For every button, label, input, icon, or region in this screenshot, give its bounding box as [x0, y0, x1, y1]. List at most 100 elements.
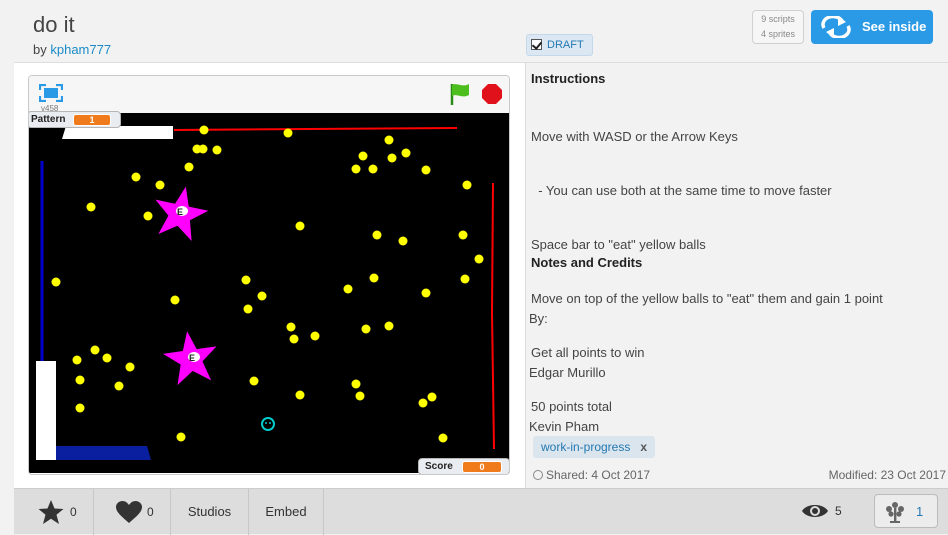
- yellow-ball: [310, 331, 320, 341]
- yellow-ball: [90, 345, 100, 355]
- clock-icon: [533, 470, 543, 480]
- checkbox-icon: [531, 39, 542, 50]
- score-value: 0: [462, 461, 502, 473]
- yellow-ball: [131, 172, 141, 182]
- favorite-button[interactable]: 0: [14, 489, 94, 535]
- enemy-star: E: [163, 331, 217, 386]
- red-wall-top: [173, 127, 458, 131]
- yellow-ball: [398, 236, 408, 246]
- by-label: by: [33, 42, 47, 57]
- yellow-ball: [286, 322, 296, 332]
- project-stats: 9 scripts 4 sprites: [752, 10, 804, 44]
- yellow-ball: [355, 391, 365, 401]
- instruction-line: Move with WASD or the Arrow Keys: [531, 129, 738, 144]
- yellow-ball: [368, 164, 378, 174]
- ball-group: [51, 125, 484, 443]
- shared-date: Shared: 4 Oct 2017: [533, 468, 650, 482]
- star-icon: [38, 500, 64, 524]
- yellow-ball: [421, 288, 431, 298]
- studios-label: Studios: [187, 504, 232, 519]
- yellow-ball: [114, 381, 124, 391]
- yellow-ball: [75, 375, 85, 385]
- yellow-ball: [75, 403, 85, 413]
- yellow-ball: [295, 390, 305, 400]
- project-main: v458 E E Pattern 1 Score 0 Instructions …: [14, 62, 948, 489]
- draft-label: DRAFT: [547, 39, 584, 51]
- project-footer: 0 0 Studios Embed 5 1: [14, 488, 948, 535]
- see-inside-button[interactable]: See inside: [811, 10, 933, 44]
- yellow-ball: [86, 202, 96, 212]
- project-player: v458 E E Pattern 1 Score 0: [28, 75, 510, 475]
- yellow-ball: [125, 362, 135, 372]
- author-link[interactable]: kpham777: [50, 42, 111, 57]
- loves-count: 0: [147, 505, 154, 519]
- yellow-ball: [343, 284, 353, 294]
- yellow-ball: [143, 211, 153, 221]
- yellow-ball: [460, 274, 470, 284]
- white-wall-bottom: [36, 361, 56, 460]
- yellow-ball: [369, 273, 379, 283]
- yellow-ball: [387, 153, 397, 163]
- yellow-ball: [358, 151, 368, 161]
- notes-line: By:: [529, 311, 548, 326]
- embed-button[interactable]: Embed: [249, 489, 324, 535]
- remix-tree-button[interactable]: 1: [874, 494, 938, 528]
- draft-badge: DRAFT: [526, 34, 593, 56]
- red-wall-right: [490, 182, 495, 450]
- yellow-ball: [51, 277, 61, 287]
- player-sprite: [261, 417, 275, 431]
- yellow-ball: [192, 144, 202, 154]
- yellow-ball: [102, 353, 112, 363]
- notes-heading: Notes and Credits: [531, 255, 643, 270]
- pattern-value: 1: [73, 114, 111, 126]
- shared-date-text: Shared: 4 Oct 2017: [546, 468, 651, 482]
- yellow-ball: [257, 291, 267, 301]
- favorites-count: 0: [70, 505, 77, 519]
- yellow-ball: [418, 398, 428, 408]
- yellow-ball: [184, 162, 194, 172]
- yellow-ball: [351, 164, 361, 174]
- yellow-ball: [351, 379, 361, 389]
- instructions-heading: Instructions: [531, 71, 606, 86]
- scripts-count: 9 scripts: [761, 14, 795, 24]
- byline: by kpham777: [33, 42, 111, 57]
- player-controls: v458: [29, 76, 509, 113]
- eye-icon: [801, 502, 829, 525]
- heart-icon: [116, 501, 142, 523]
- yellow-ball: [72, 355, 82, 365]
- yellow-ball: [462, 180, 472, 190]
- love-button[interactable]: 0: [94, 489, 171, 535]
- enemy-star: E: [155, 186, 209, 242]
- tag-work-in-progress[interactable]: work-in-progress x: [533, 436, 656, 458]
- yellow-ball: [212, 145, 222, 155]
- sprites-count: 4 sprites: [760, 29, 795, 39]
- score-monitor: Score 0: [418, 458, 509, 474]
- yellow-ball: [361, 324, 371, 334]
- notes-line: Edgar Murillo: [529, 365, 606, 380]
- yellow-ball: [384, 135, 394, 145]
- project-title: do it: [33, 12, 75, 37]
- score-label: Score: [425, 461, 453, 472]
- yellow-ball: [176, 432, 186, 442]
- views-count: 5: [835, 504, 842, 518]
- pattern-label: Pattern: [31, 114, 66, 125]
- stop-icon[interactable]: [481, 83, 503, 110]
- yellow-ball: [384, 321, 394, 331]
- project-header: do it by kpham777 DRAFT 9 scripts 4 spri…: [0, 0, 948, 62]
- yellow-ball: [421, 165, 431, 175]
- svg-text:E: E: [189, 353, 195, 363]
- project-stage[interactable]: E E Pattern 1 Score 0: [29, 111, 509, 474]
- yellow-ball: [474, 254, 484, 264]
- yellow-ball: [249, 376, 259, 386]
- yellow-ball: [243, 304, 253, 314]
- modified-date: Modified: 23 Oct 2017: [828, 468, 946, 482]
- remix-tree-icon: [886, 502, 904, 523]
- yellow-ball: [199, 125, 209, 135]
- yellow-ball: [458, 230, 468, 240]
- yellow-ball: [289, 334, 299, 344]
- studios-button[interactable]: Studios: [171, 489, 249, 535]
- green-flag-icon[interactable]: [449, 82, 471, 111]
- yellow-ball: [438, 433, 448, 443]
- tag-remove-button[interactable]: x: [640, 440, 647, 454]
- remixes-count: 1: [916, 504, 924, 519]
